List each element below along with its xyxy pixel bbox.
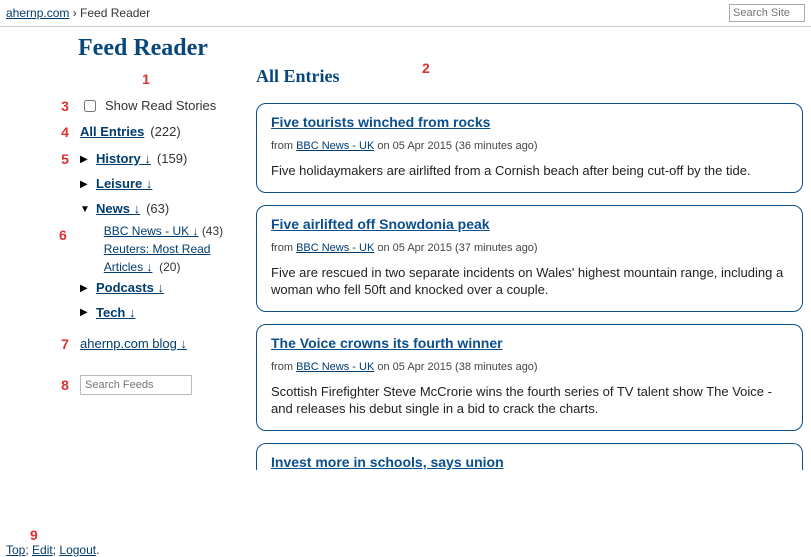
entry-title-link[interactable]: Five airlifted off Snowdonia peak — [271, 216, 490, 232]
feed-reuters-link[interactable]: Reuters: Most Read Articles ↓ — [104, 242, 211, 274]
entry-source-link[interactable]: BBC News - UK — [296, 140, 374, 152]
feed-bbc-count: (43) — [202, 224, 223, 238]
breadcrumb-site-link[interactable]: ahernp.com — [6, 6, 69, 20]
entry-meta: from BBC News - UK on 05 Apr 2015 (36 mi… — [271, 140, 788, 152]
podcasts-link[interactable]: Podcasts ↓ — [96, 276, 164, 301]
search-feeds-input[interactable] — [80, 375, 192, 395]
blog-link[interactable]: ahernp.com blog ↓ — [80, 332, 187, 357]
show-read-label: Show Read Stories — [105, 94, 216, 119]
news-count: (63) — [146, 197, 169, 222]
entry-meta: from BBC News - UK on 05 Apr 2015 (37 mi… — [271, 242, 788, 254]
collapse-icon[interactable]: ▼ — [80, 200, 90, 219]
main-content: All Entries Five tourists winched from r… — [246, 66, 811, 470]
breadcrumb: ahernp.com › Feed Reader — [0, 0, 811, 27]
tech-link[interactable]: Tech ↓ — [96, 301, 136, 326]
main-heading: All Entries — [256, 66, 803, 87]
entry-body: Five are rescued in two separate inciden… — [271, 264, 788, 299]
breadcrumb-sep: › — [69, 6, 80, 20]
footer-logout-link[interactable]: Logout — [59, 543, 96, 557]
footer-top-link[interactable]: Top — [6, 543, 25, 557]
entry-body: Five holidaymakers are airlifted from a … — [271, 162, 788, 180]
expand-icon[interactable]: ▶ — [80, 279, 90, 298]
entry-source-link[interactable]: BBC News - UK — [296, 242, 374, 254]
entry-card: Five tourists winched from rocks from BB… — [256, 103, 803, 193]
feed-bbc-link[interactable]: BBC News - UK ↓ — [104, 224, 199, 238]
entry-source-link[interactable]: BBC News - UK — [296, 361, 374, 373]
entry-meta: from BBC News - UK on 05 Apr 2015 (38 mi… — [271, 361, 788, 373]
annotation-1: 1 — [137, 66, 155, 93]
expand-icon[interactable]: ▶ — [80, 303, 90, 322]
history-link[interactable]: History ↓ — [96, 147, 151, 172]
expand-icon[interactable]: ▶ — [80, 175, 90, 194]
annotation-8: 8 — [56, 372, 74, 399]
annotation-2: 2 — [422, 60, 430, 76]
entry-card: Five airlifted off Snowdonia peak from B… — [256, 205, 803, 312]
feed-reuters-count: (20) — [159, 260, 180, 274]
entry-title-link[interactable]: Five tourists winched from rocks — [271, 114, 490, 130]
annotation-3: 3 — [56, 93, 74, 120]
entry-card: Invest more in schools, says union — [256, 443, 803, 470]
footer-edit-link[interactable]: Edit — [32, 543, 53, 557]
sidebar: 1 3 Show Read Stories 4 All Entries (222… — [56, 66, 246, 398]
all-entries-count: (222) — [150, 120, 180, 145]
annotation-6: 6 — [56, 222, 70, 249]
annotation-7: 7 — [56, 331, 74, 358]
footer: Top; Edit; Logout. — [0, 541, 105, 557]
annotation-4: 4 — [56, 119, 74, 146]
page-title: Feed Reader — [78, 35, 811, 62]
entry-title-link[interactable]: The Voice crowns its fourth winner — [271, 335, 503, 351]
search-site-input[interactable] — [729, 4, 805, 22]
show-read-checkbox[interactable] — [84, 100, 96, 112]
history-count: (159) — [157, 147, 187, 172]
breadcrumb-page: Feed Reader — [80, 6, 150, 20]
all-entries-link[interactable]: All Entries — [80, 120, 144, 145]
entry-title-link[interactable]: Invest more in schools, says union — [271, 454, 504, 470]
expand-icon[interactable]: ▶ — [80, 150, 90, 169]
entry-card: The Voice crowns its fourth winner from … — [256, 324, 803, 431]
leisure-link[interactable]: Leisure ↓ — [96, 172, 152, 197]
annotation-5: 5 — [56, 146, 74, 173]
news-link[interactable]: News ↓ — [96, 197, 140, 222]
entry-body: Scottish Firefighter Steve McCrorie wins… — [271, 383, 788, 418]
